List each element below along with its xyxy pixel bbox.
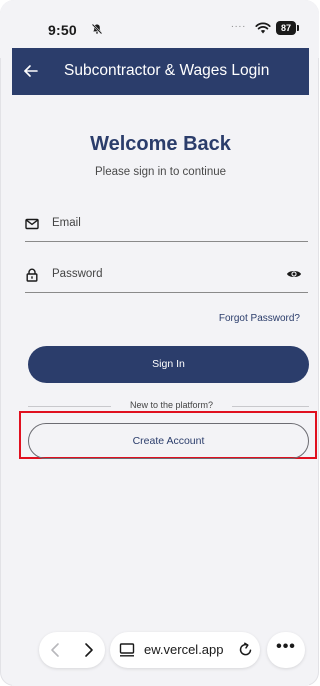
sign-in-button[interactable]: Sign In bbox=[28, 346, 309, 383]
more-icon[interactable]: ••• bbox=[267, 632, 305, 668]
app-bar-title: Subcontractor & Wages Login bbox=[64, 62, 270, 79]
lock-icon bbox=[26, 268, 38, 282]
page-subtitle: Please sign in to continue bbox=[94, 166, 227, 178]
phone-frame: 9:50 .... 87 Subcontractor & Wages Login… bbox=[0, 0, 319, 686]
create-account-button[interactable]: Create Account bbox=[28, 423, 309, 459]
url-text: ew.vercel.app bbox=[144, 642, 224, 657]
tabs-icon[interactable] bbox=[119, 643, 135, 657]
nav-buttons bbox=[39, 632, 105, 668]
forgot-password-link[interactable]: Forgot Password? bbox=[219, 313, 300, 324]
divider-left bbox=[28, 406, 111, 407]
status-time: 9:50 bbox=[48, 22, 77, 38]
bell-slash-icon bbox=[91, 23, 103, 35]
password-field[interactable] bbox=[25, 256, 308, 293]
divider-text: New to the platform? bbox=[129, 400, 214, 410]
divider-right bbox=[232, 406, 309, 407]
battery-tip bbox=[297, 25, 299, 31]
browser-toolbar: ew.vercel.app ••• bbox=[12, 617, 309, 686]
login-form: Welcome Back Please sign in to continue … bbox=[12, 95, 317, 617]
chevron-left-icon[interactable] bbox=[47, 641, 65, 659]
reload-icon[interactable] bbox=[238, 642, 253, 657]
wifi-icon bbox=[255, 22, 271, 34]
envelope-icon bbox=[25, 218, 39, 230]
app-bar: Subcontractor & Wages Login bbox=[12, 48, 309, 95]
email-field[interactable] bbox=[25, 205, 308, 242]
arrow-left-icon[interactable] bbox=[22, 62, 40, 80]
address-bar[interactable]: ew.vercel.app bbox=[110, 632, 260, 668]
email-input[interactable] bbox=[52, 214, 272, 232]
password-input[interactable] bbox=[52, 265, 272, 283]
signal-dots: .... bbox=[231, 19, 247, 30]
eye-icon[interactable] bbox=[286, 267, 302, 281]
battery-icon: 87 bbox=[276, 21, 296, 35]
chevron-right-icon[interactable] bbox=[79, 641, 97, 659]
page-title: Welcome Back bbox=[90, 133, 231, 155]
